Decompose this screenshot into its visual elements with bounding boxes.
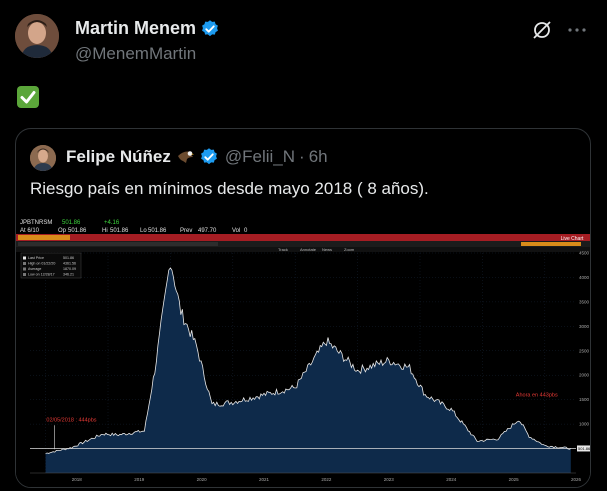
volume-label: Vol [232,228,240,234]
more-icon[interactable] [565,18,589,42]
last-price: 501.86 [62,220,81,226]
toolbar-button[interactable]: Zoom [344,247,355,252]
low-value: 501.86 [148,228,167,234]
low-label: Lo [140,228,147,234]
price-change: +4.16 [104,220,120,226]
legend-label: High on 01/22/20 [28,262,55,266]
x-tick-label: 2026 [571,477,582,482]
quote-date: At 6/10 [20,228,40,234]
quoted-post[interactable]: Felipe Núñez @Felii_N · 6h Riesgo país e… [15,128,591,488]
current-value-label: 501.86 [578,446,590,451]
legend-swatch [23,256,26,260]
chart-svg: JPBTNRSM 501.86 +4.16 At 6/10 Op 501.86 … [16,215,590,487]
legend-value: 4361.56 [63,262,76,266]
open-label: Op [58,228,67,234]
x-tick-label: 2024 [446,477,457,482]
x-tick-label: 2022 [321,477,332,482]
quoted-author-name[interactable]: Felipe Núñez [66,147,171,167]
quoted-verified-badge-icon [199,147,219,167]
high-value: 501.86 [110,228,129,234]
legend-swatch [23,267,26,271]
ticker-label: JPBTNRSM [20,220,52,226]
quoted-avatar[interactable] [30,145,56,171]
x-tick-label: 2019 [134,477,145,482]
toolbar-controls[interactable] [18,242,218,246]
author-handle[interactable]: @MenemMartin [75,44,196,64]
legend-swatch [23,262,26,265]
toolbar-button[interactable]: News [322,247,332,252]
x-tick-label: 2018 [72,477,83,482]
function-tab[interactable] [18,235,70,240]
x-tick-label: 2023 [384,477,395,482]
eagle-emoji-icon [175,147,195,167]
time-separator: · [299,147,305,166]
y-tick-label: 2000 [579,373,590,378]
legend-swatch [23,273,26,276]
y-tick-label: 1000 [579,422,590,427]
legend-value: 346.21 [63,273,74,277]
y-tick-label: 4500 [579,251,590,256]
prev-value: 497.70 [198,228,217,234]
y-tick-label: 3500 [579,299,590,304]
legend-value: 1870.09 [63,267,76,271]
author-name[interactable]: Martin Menem [75,18,196,39]
quoted-text: Riesgo país en mínimos desde mayo 2018 (… [30,179,429,198]
chart-image[interactable]: JPBTNRSM 501.86 +4.16 At 6/10 Op 501.86 … [16,215,590,487]
annotation-label: Ahora en 443pbs [516,392,558,398]
x-tick-label: 2025 [509,477,520,482]
high-label: Hi [102,228,108,234]
legend-label: Average [28,267,41,271]
toolbar-button[interactable]: Track [278,247,288,252]
y-tick-label: 2500 [579,348,590,353]
toolbar-right-controls[interactable] [521,242,581,246]
y-tick-label: 4000 [579,275,590,280]
check-mark-emoji-icon [17,86,39,108]
toolbar-button[interactable]: Annotate [300,247,317,252]
legend-value: 501.86 [63,256,74,260]
x-tick-label: 2020 [197,477,208,482]
quoted-timestamp[interactable]: 6h [309,147,328,167]
avatar[interactable] [15,14,59,58]
quoted-author-handle[interactable]: @Felii_N [225,147,295,167]
legend-label: Last Price [28,256,44,260]
grok-icon[interactable] [530,18,554,42]
open-value: 501.86 [68,228,87,234]
x-tick-label: 2021 [259,477,270,482]
y-tick-label: 3000 [579,324,590,329]
annotation-label: 02/05/2018 : 444pbs [46,417,96,423]
verified-badge-icon [200,19,220,39]
function-bar[interactable] [16,234,590,241]
y-tick-label: 1500 [579,397,590,402]
prev-label: Prev [180,228,192,234]
legend-label: Low on 12/28/17 [28,273,55,277]
